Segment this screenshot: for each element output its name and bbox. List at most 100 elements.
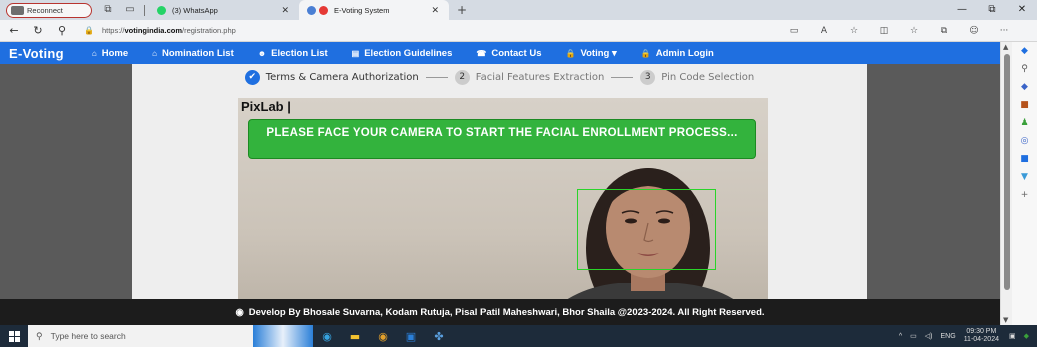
url-domain: votingindia.com	[124, 26, 182, 35]
read-aloud-icon[interactable]: A	[809, 26, 839, 36]
language-label[interactable]: ENG	[941, 333, 956, 340]
nav-nomination-list[interactable]: ⌂ Nomination List	[152, 48, 234, 59]
profile-icon[interactable]: ☺	[959, 26, 989, 36]
users-icon: ☻	[257, 48, 267, 58]
close-icon[interactable]: ✕	[281, 5, 289, 16]
reconnect-button[interactable]: Reconnect	[6, 2, 92, 18]
check-icon: ✔	[244, 69, 260, 85]
close-icon[interactable]: ✕	[431, 5, 439, 16]
monitor-icon	[11, 5, 24, 15]
close-window-icon[interactable]: ✕	[1007, 0, 1037, 20]
system-tray: ^ ▭ ◁) ENG 09:30 PM 11-04-2024 ▣ ◆	[899, 325, 1037, 347]
office-icon[interactable]: ◎	[1012, 132, 1037, 150]
tab-actions-icon[interactable]: ▭	[124, 4, 136, 16]
nav-label: Home	[101, 47, 129, 59]
scroll-up-icon[interactable]: ▲	[1003, 43, 1008, 51]
start-button[interactable]	[0, 325, 28, 347]
lock-icon: 🔒	[84, 26, 94, 35]
edge-icon[interactable]: ◉	[313, 325, 341, 347]
chrome-icon[interactable]: ◉	[369, 325, 397, 347]
nav-label: Admin Login	[655, 47, 714, 59]
edge-sidebar: ◆ ⚲ ◆ ■ ♟ ◎ ■ ▼ +	[1012, 42, 1037, 325]
nav-label: Contact Us	[491, 47, 542, 59]
registration-panel: ✔ Terms & Camera Authorization 2 Facial …	[132, 64, 867, 325]
teams-icon[interactable]: ✤	[425, 325, 453, 347]
nav-admin-login[interactable]: 🔒 Admin Login	[641, 48, 714, 59]
clock[interactable]: 09:30 PM 11-04-2024	[964, 328, 999, 344]
face-detection-box	[577, 189, 716, 270]
outlook-icon[interactable]: ▣	[397, 325, 425, 347]
restore-icon[interactable]: ⧉	[977, 0, 1007, 20]
nav-contact-us[interactable]: ☎ Contact Us	[476, 48, 541, 59]
whatsapp-icon	[157, 5, 166, 15]
add-icon[interactable]: +	[1012, 186, 1037, 204]
windows-taskbar: ⚲ Type here to search ◉ ▬ ◉ ▣ ✤ ^ ▭ ◁) E…	[0, 325, 1037, 347]
home-icon: ⌂	[91, 48, 97, 58]
pixlab-label: PixLab |	[241, 99, 291, 114]
games-icon[interactable]: ♟	[1012, 114, 1037, 132]
app-tray-icon[interactable]: ◆	[1024, 332, 1029, 340]
minimize-icon[interactable]: —	[947, 0, 977, 20]
lock-icon: 🔒	[640, 48, 651, 58]
app-icon[interactable]: ▭	[779, 26, 809, 36]
tools-icon[interactable]: ■	[1012, 96, 1037, 114]
home-icon: ⌂	[152, 48, 157, 58]
tab-whatsapp[interactable]: (3) WhatsApp ✕	[149, 0, 299, 20]
volume-icon[interactable]: ◁)	[925, 332, 933, 340]
address-bar: ← ↻ ⚲ 🔒 https://votingindia.com/registra…	[0, 20, 1037, 42]
browser-toolbar: ▭ A ☆ ◫ ☆ ⧉ ☺ ···	[779, 20, 1019, 42]
tab-evoting[interactable]: E-Voting System ✕	[299, 0, 449, 20]
nav-election-list[interactable]: ☻ Election List	[258, 48, 328, 59]
shopping-icon[interactable]: ◆	[1012, 78, 1037, 96]
workspaces-icon[interactable]: ⧉	[102, 4, 114, 16]
nav-home[interactable]: ⌂ Home	[92, 48, 128, 59]
notification-icon[interactable]: ▣	[1009, 332, 1016, 340]
back-icon[interactable]: ←	[4, 24, 24, 37]
file-explorer-icon[interactable]: ▬	[341, 325, 369, 347]
clock-date: 11-04-2024	[963, 336, 999, 343]
nav-label: Election List	[271, 47, 328, 59]
reconnect-label: Reconnect	[27, 5, 63, 15]
shield-icon	[307, 5, 316, 15]
nav-election-guidelines[interactable]: ▤ Election Guidelines	[352, 48, 453, 59]
new-tab-icon[interactable]: +	[457, 3, 467, 17]
tab-title: (3) WhatsApp	[172, 5, 218, 15]
search-icon[interactable]: ⚲	[1012, 60, 1037, 78]
clock-time: 09:30 PM	[966, 328, 997, 335]
copilot-icon[interactable]: ◆	[1012, 42, 1037, 60]
more-icon[interactable]: ···	[989, 26, 1019, 36]
browser-tab-strip: Reconnect ⧉ ▭ (3) WhatsApp ✕ E-Voting Sy…	[0, 0, 1037, 20]
drop-icon[interactable]: ▼	[1012, 168, 1037, 186]
nav-label: Nomination List	[161, 47, 234, 59]
step-label: Facial Features Extraction	[475, 71, 605, 83]
favorites-icon[interactable]: ☆	[899, 26, 929, 36]
site-navbar: E-Voting ⌂ Home ⌂ Nomination List ☻ Electio…	[0, 42, 1000, 64]
url-field[interactable]: 🔒 https://votingindia.com/registration.p…	[84, 23, 664, 39]
page-content: ✔ Terms & Camera Authorization 2 Facial …	[0, 64, 1000, 325]
tab-title: E-Voting System	[334, 5, 390, 15]
scroll-down-icon[interactable]: ▼	[1003, 316, 1008, 324]
taskbar-search[interactable]: ⚲ Type here to search	[28, 325, 253, 347]
search-icon[interactable]: ⚲	[52, 24, 72, 37]
chevron-up-icon[interactable]: ^	[899, 333, 902, 340]
news-widget-icon[interactable]	[253, 325, 313, 347]
scrollbar-thumb[interactable]	[1004, 54, 1010, 290]
url-path: /registration.php	[182, 26, 236, 35]
nav-voting-dropdown[interactable]: 🔒 Voting ▾	[566, 48, 617, 59]
step-divider	[611, 76, 634, 78]
favorite-icon[interactable]: ☆	[839, 26, 869, 36]
split-screen-icon[interactable]: ◫	[869, 26, 899, 36]
outlook-icon[interactable]: ■	[1012, 150, 1037, 168]
divider	[144, 4, 145, 16]
refresh-icon[interactable]: ↻	[28, 24, 48, 37]
nav-label: Voting ▾	[580, 47, 617, 59]
page-scrollbar[interactable]: ▲ ▼	[1000, 42, 1012, 325]
globe-icon: ◉	[235, 306, 244, 318]
camera-feed: PixLab | PLEASE FACE YOUR CAMERA TO STAR…	[238, 98, 768, 325]
brand-logo[interactable]: E-Voting	[9, 46, 64, 61]
step-number: 3	[640, 69, 656, 85]
footer-text: Develop By Bhosale Suvarna, Kodam Rutuja…	[248, 306, 765, 318]
phone-icon: ☎	[476, 48, 487, 58]
network-icon[interactable]: ▭	[910, 332, 917, 340]
collections-icon[interactable]: ⧉	[929, 26, 959, 36]
